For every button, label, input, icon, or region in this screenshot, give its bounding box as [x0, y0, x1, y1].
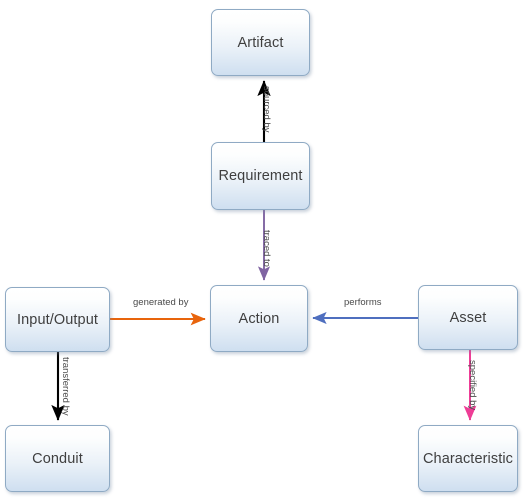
node-action[interactable]: Action [210, 285, 308, 352]
edge-label-transferred-by: transferred by [60, 357, 71, 416]
node-input-output[interactable]: Input/Output [5, 287, 110, 352]
node-characteristic[interactable]: Characteristic [418, 425, 518, 492]
edge-label-traced-to: traced to [261, 230, 272, 267]
edge-label-sourced-by: sourced by [261, 86, 272, 133]
diagram-canvas: Artifact Requirement Action Input/Output… [0, 0, 524, 502]
node-label-requirement: Requirement [218, 168, 303, 184]
node-label-action: Action [238, 310, 280, 327]
node-requirement[interactable]: Requirement [211, 142, 310, 210]
node-label-characteristic: Characteristic [422, 450, 514, 467]
node-asset[interactable]: Asset [418, 285, 518, 350]
edge-label-generated-by: generated by [133, 297, 189, 308]
node-label-artifact: Artifact [237, 34, 284, 51]
node-label-input-output: Input/Output [16, 311, 98, 328]
node-label-conduit: Conduit [32, 450, 83, 467]
edge-label-performs: performs [344, 297, 382, 308]
node-artifact[interactable]: Artifact [211, 9, 310, 76]
edge-label-specified-by: specified by [467, 360, 478, 411]
node-conduit[interactable]: Conduit [5, 425, 110, 492]
node-label-asset: Asset [449, 309, 487, 326]
